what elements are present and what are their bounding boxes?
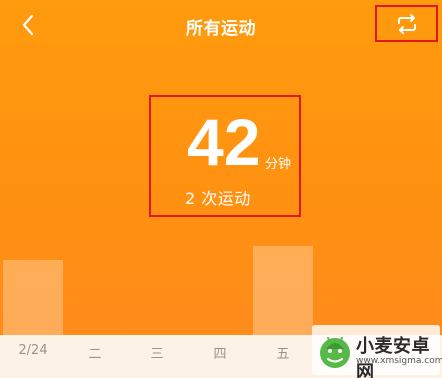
site-watermark: 小麦安卓网 www.xmsigma.com bbox=[312, 325, 442, 378]
minutes-unit-label: 分钟 bbox=[265, 157, 292, 172]
chart-bar-fri[interactable] bbox=[253, 246, 313, 335]
repeat-switch-icon bbox=[397, 13, 416, 34]
total-minutes-value: 42 bbox=[187, 105, 261, 179]
day-label-wed[interactable]: 三 bbox=[132, 343, 182, 362]
activity-summary: 42 分钟 2 次运动 bbox=[149, 95, 301, 217]
day-label-tue[interactable]: 二 bbox=[70, 343, 120, 362]
day-label-fri[interactable]: 五 bbox=[258, 343, 308, 362]
day-label-thu[interactable]: 四 bbox=[195, 343, 245, 362]
chart-bar-2-24[interactable] bbox=[3, 260, 63, 335]
day-label-2-24[interactable]: 2/24 bbox=[8, 343, 58, 358]
watermark-name: 小麦安卓网 bbox=[356, 336, 430, 378]
all-activities-screen: 所有运动 42 分钟 2 次运动 2/24 二 三 四 五 小麦安卓网 www.… bbox=[0, 0, 442, 378]
switch-view-button[interactable] bbox=[375, 5, 438, 42]
android-logo-icon bbox=[320, 337, 350, 368]
watermark-url: www.xmsigma.com bbox=[356, 356, 442, 366]
activity-count-label: 2 次运动 bbox=[185, 189, 251, 208]
